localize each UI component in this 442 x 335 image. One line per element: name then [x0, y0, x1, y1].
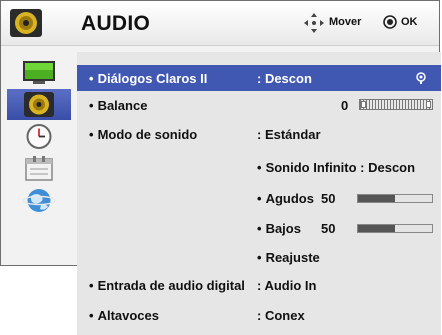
row-value: 50 [321, 191, 336, 206]
row-modo-sonido[interactable]: • Modo de sonido : Estándar [77, 121, 441, 147]
sidebar-item-picture[interactable] [7, 57, 71, 88]
row-label: Agudos [265, 191, 314, 206]
row-balance[interactable]: • Balance 0 [77, 92, 441, 118]
agudos-level-fill [358, 195, 395, 202]
hint-ok-label: OK [401, 16, 418, 28]
bajos-level-fill [358, 225, 395, 232]
row-sonido-infinito[interactable]: • Sonido Infinito : Descon [77, 154, 441, 180]
row-value: : Estándar [257, 127, 321, 142]
row-altavoces[interactable]: • Altavoces : Conex [77, 302, 441, 328]
row-label: Reajuste [265, 250, 320, 265]
sidebar-item-lock[interactable] [7, 153, 71, 184]
sidebar-item-audio[interactable] [7, 89, 71, 120]
balance-slider[interactable] [359, 99, 433, 110]
settings-list: • Diálogos Claros II : Descon • Balance 0 … [77, 52, 441, 335]
select-indicator-icon [416, 72, 426, 84]
row-label: Diálogos Claros II [97, 71, 208, 86]
row-label: Entrada de audio digital [97, 278, 245, 293]
speaker-audio-icon [10, 9, 42, 37]
row-value: 0 [341, 98, 349, 113]
arrows-move-icon [304, 13, 324, 33]
row-value: : Audio In [257, 278, 317, 293]
page-title: AUDIO [81, 12, 151, 35]
clock-icon [26, 124, 52, 149]
row-agudos[interactable]: • Agudos 50 [77, 185, 441, 211]
row-value: : Descon [257, 71, 312, 86]
sidebar-item-network[interactable] [7, 185, 71, 216]
calendar-lock-icon [25, 156, 53, 181]
row-label: Sonido Infinito : Descon [265, 160, 416, 175]
row-label: Balance [97, 98, 148, 113]
globe-network-icon [22, 189, 56, 212]
hint-move-label: Mover [329, 16, 362, 28]
header: AUDIO Mover OK [1, 1, 439, 46]
row-label: Altavoces [97, 308, 159, 323]
ok-button-icon [383, 15, 397, 29]
tv-picture-icon [23, 61, 55, 84]
agudos-level-bar[interactable] [357, 194, 433, 203]
row-dialogos-claros[interactable]: • Diálogos Claros II : Descon [77, 65, 441, 91]
row-value: : Conex [257, 308, 305, 323]
balance-left-marker [361, 101, 366, 108]
bajos-level-bar[interactable] [357, 224, 433, 233]
row-bajos[interactable]: • Bajos 50 [77, 215, 441, 241]
row-label: Bajos [265, 221, 301, 236]
row-value: 50 [321, 221, 336, 236]
balance-right-marker [426, 101, 431, 108]
row-reajuste[interactable]: • Reajuste [77, 244, 441, 270]
row-label: Modo de sonido [97, 127, 198, 142]
sidebar-item-time[interactable] [7, 121, 71, 152]
row-entrada-audio-digital[interactable]: • Entrada de audio digital : Audio In [77, 272, 441, 298]
speaker-audio-icon [24, 92, 54, 117]
